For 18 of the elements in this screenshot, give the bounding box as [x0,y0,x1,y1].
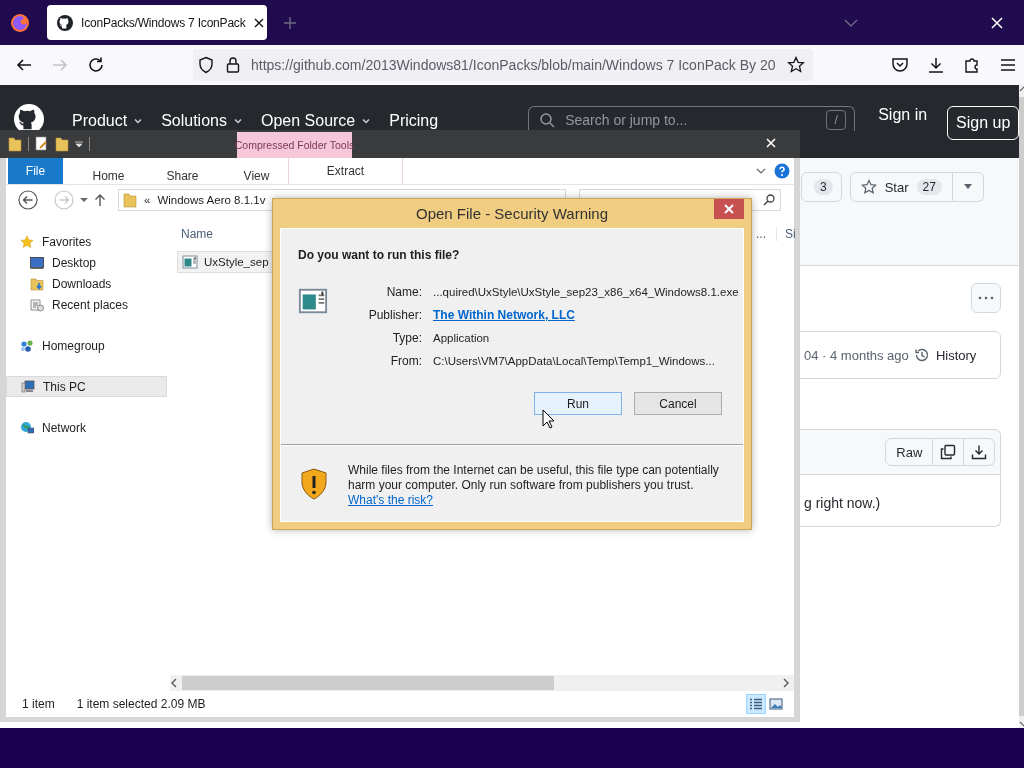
commit-age: 04 · 4 months ago [804,347,910,363]
content-text: g right now.) [804,495,881,511]
field-label: Publisher: [367,307,422,322]
field-label: Type: [391,330,422,345]
dialog-question: Do you want to run this file? [297,247,461,262]
dialog-title: Open File - Security Warning [416,205,608,222]
shortcut-key: / [826,110,847,130]
field-label: From: [389,353,422,368]
count-badge: 27 [916,179,942,195]
field-value: Application [433,331,491,344]
warning-text: While files from the Internet can be useful, this file type can potentially harm your computer. Only run software from publishers you trust. [348,463,720,493]
field-label: Name: [385,284,422,299]
field-value: ...quired\UxStyle\UxStyle_sep23_x86_x64_Windows8.1.exe [433,285,740,298]
selection-info: 1 item selected 2.09 MB [76,697,206,711]
field-value: C:\Users\VM7\AppData\Local\Temp\Temp1_Windows... [433,354,716,367]
url-text: https://github.com/2013Windows81/IconPacks/blob/main/Windows 7 IconPack By 20 [251,57,777,73]
item-count: 1 item [22,697,55,711]
count-badge: 3 [814,179,833,195]
